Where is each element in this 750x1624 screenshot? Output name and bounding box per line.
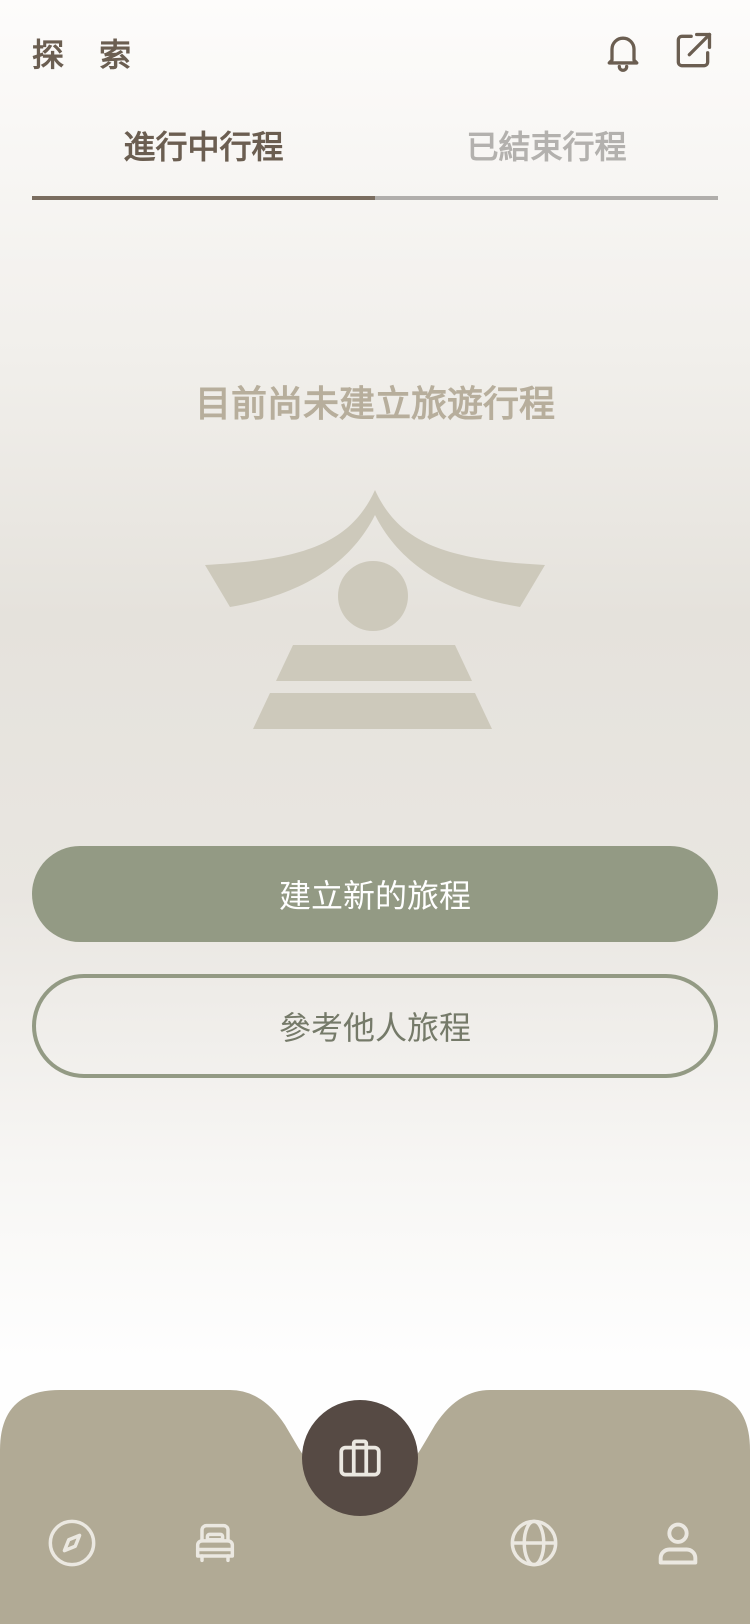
browse-trips-button[interactable]: 參考他人旅程 bbox=[32, 974, 718, 1078]
bottom-nav bbox=[0, 1390, 750, 1624]
external-link-icon bbox=[676, 32, 712, 68]
page-title: 探 索 bbox=[32, 36, 144, 74]
tab-ongoing-trips[interactable]: 進行中行程 bbox=[32, 110, 375, 200]
tab-label: 進行中行程 bbox=[123, 128, 284, 166]
bell-icon bbox=[607, 36, 639, 72]
user-icon bbox=[658, 1522, 698, 1565]
browse-trips-label: 參考他人旅程 bbox=[278, 1009, 471, 1047]
trip-tabs: 進行中行程 已結束行程 bbox=[32, 110, 718, 200]
briefcase-icon bbox=[339, 1439, 381, 1477]
nav-explore[interactable] bbox=[37, 1508, 107, 1578]
nav-profile[interactable] bbox=[643, 1508, 713, 1578]
temple-roof-illustration bbox=[205, 490, 545, 729]
globe-icon bbox=[510, 1519, 558, 1567]
bed-icon bbox=[195, 1523, 235, 1563]
nav-trips[interactable] bbox=[302, 1400, 418, 1516]
tab-label: 已結束行程 bbox=[466, 128, 627, 166]
tab-finished-trips[interactable]: 已結束行程 bbox=[375, 110, 718, 200]
create-trip-label: 建立新的旅程 bbox=[278, 877, 471, 915]
sun-circle bbox=[338, 561, 408, 631]
notification-button[interactable] bbox=[600, 28, 646, 74]
step-upper bbox=[276, 645, 472, 681]
compass-icon bbox=[48, 1519, 96, 1567]
create-trip-button[interactable]: 建立新的旅程 bbox=[32, 846, 718, 942]
step-lower bbox=[253, 693, 492, 729]
empty-state-message: 目前尚未建立旅遊行程 bbox=[194, 384, 555, 425]
header: 探 索 bbox=[0, 0, 750, 110]
nav-stay[interactable] bbox=[180, 1508, 250, 1578]
nav-world[interactable] bbox=[499, 1508, 569, 1578]
share-button[interactable] bbox=[670, 28, 716, 74]
